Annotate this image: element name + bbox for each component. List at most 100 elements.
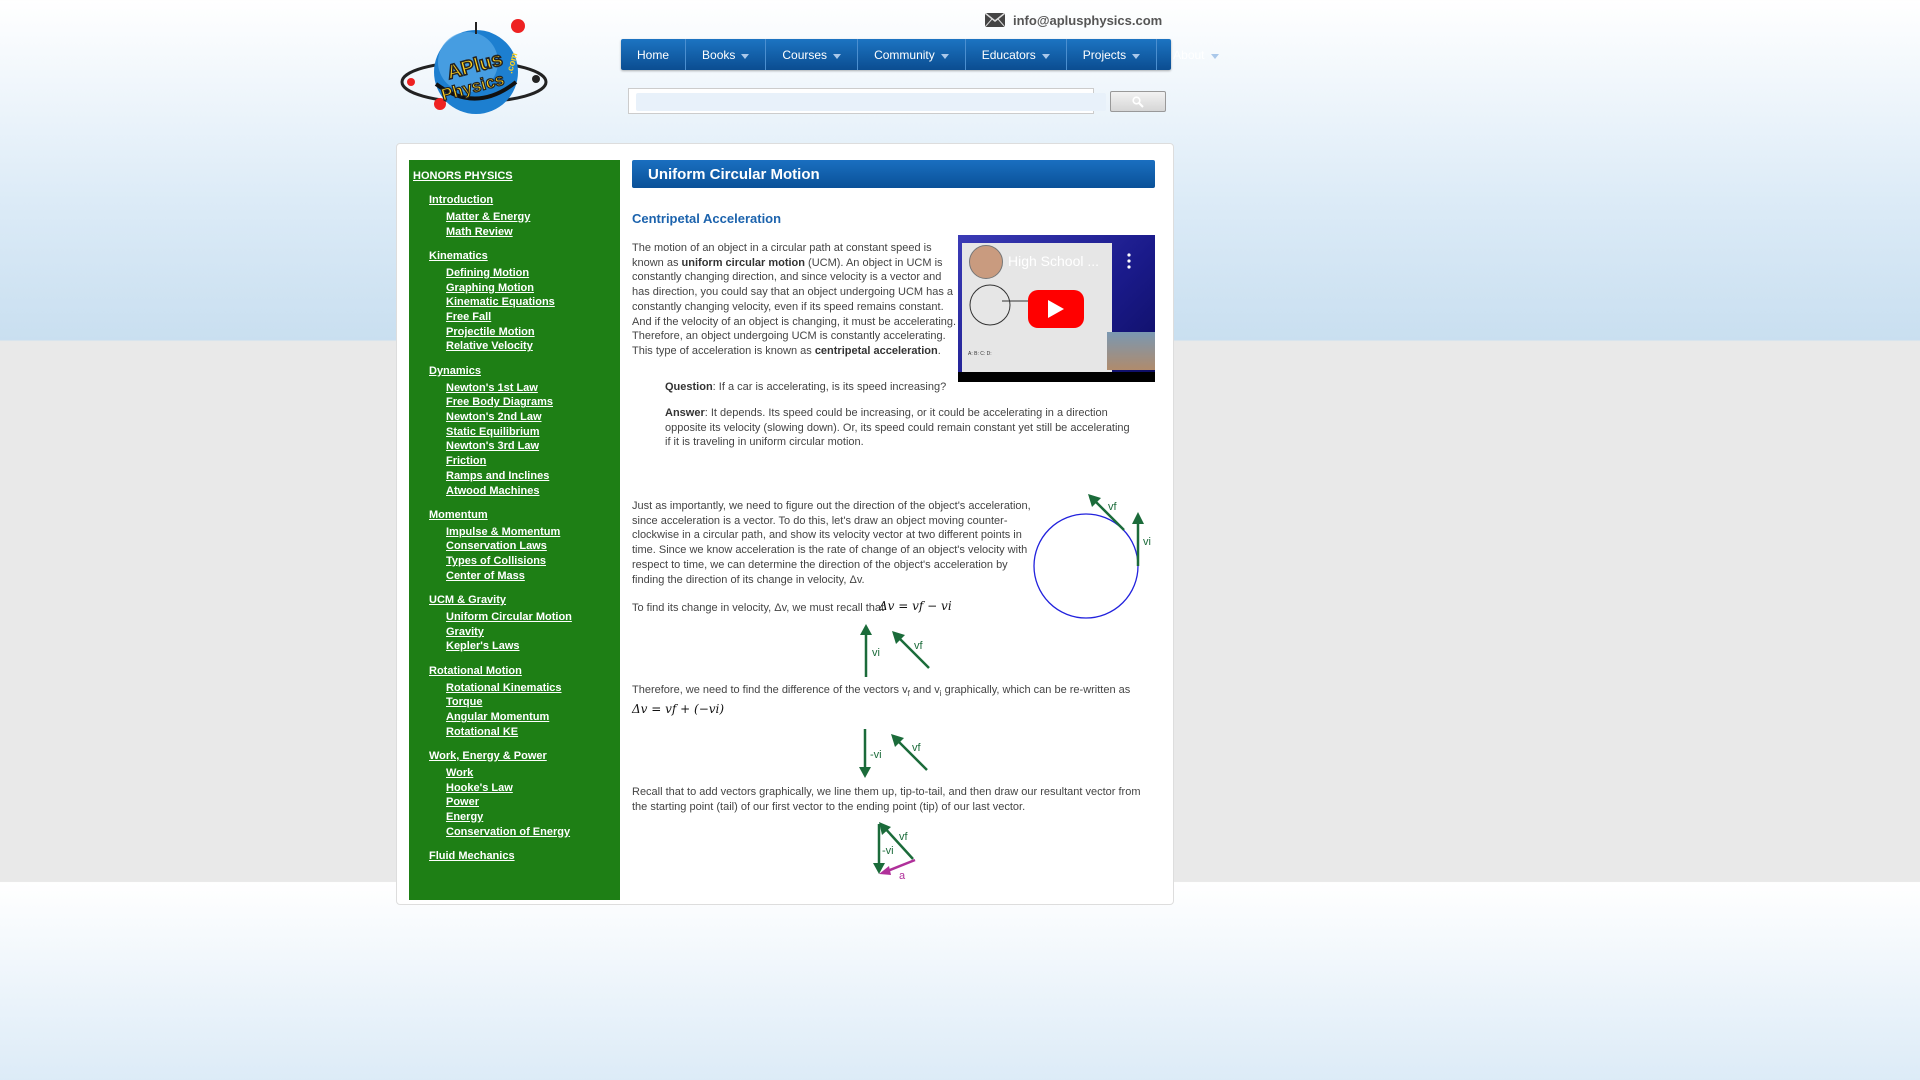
- sidebar-link[interactable]: Static Equilibrium: [446, 426, 540, 438]
- svg-text:vi: vi: [872, 647, 880, 659]
- answer: Answer: It depends. Its speed could be i…: [665, 407, 1130, 449]
- vector-triangle-diagram: vf -vi a: [873, 822, 916, 882]
- nav-label: Community: [874, 47, 935, 62]
- sidebar-link[interactable]: Angular Momentum: [446, 711, 549, 723]
- email-text[interactable]: info@aplusphysics.com: [1013, 13, 1162, 28]
- sidebar-link[interactable]: Rotational KE: [446, 726, 518, 738]
- sidebar-link[interactable]: Types of Collisions: [446, 555, 546, 567]
- contact-email[interactable]: info@aplusphysics.com: [985, 12, 1162, 28]
- sidebar-link[interactable]: Ramps and Inclines: [446, 470, 549, 482]
- sidebar-link[interactable]: Conservation of Energy: [446, 826, 570, 838]
- vectors-vi-vf: vi vf: [860, 624, 930, 677]
- play-icon: [1048, 300, 1064, 318]
- svg-text:vf: vf: [899, 831, 909, 843]
- sidebar-link[interactable]: Relative Velocity: [446, 340, 533, 352]
- sidebar-link[interactable]: Matter & Energy: [446, 211, 530, 223]
- main-nav: Home Books Courses Community Educators Projec…: [621, 39, 1219, 70]
- sidebar-section[interactable]: Dynamics: [429, 365, 481, 377]
- sidebar-link[interactable]: Hooke's Law: [446, 782, 513, 794]
- sidebar-link[interactable]: Power: [446, 796, 479, 808]
- sidebar-link[interactable]: Work: [446, 767, 473, 779]
- chevron-down-icon: [1210, 53, 1219, 59]
- channel-avatar[interactable]: [969, 245, 1003, 279]
- chevron-down-icon: [940, 53, 949, 59]
- search-button[interactable]: [1110, 91, 1166, 112]
- svg-text:-vi: -vi: [882, 845, 894, 857]
- sidebar-link[interactable]: Atwood Machines: [446, 485, 540, 497]
- add-vectors-paragraph: Recall that to add vectors graphically, …: [632, 786, 1141, 813]
- sidebar-section[interactable]: Introduction: [429, 194, 493, 206]
- nav-label: Books: [702, 47, 736, 62]
- nav-label: Courses: [782, 47, 828, 62]
- sidebar-section[interactable]: Fluid Mechanics: [429, 850, 515, 862]
- sidebar-link[interactable]: Newton's 2nd Law: [446, 411, 542, 423]
- site-logo[interactable]: APlus Physics .com: [398, 14, 550, 126]
- sidebar-link[interactable]: Energy: [446, 811, 483, 823]
- svg-text:vf: vf: [912, 742, 922, 754]
- search-icon: [1132, 95, 1144, 108]
- equation-2: Δv = vf + (−vi): [632, 702, 725, 716]
- sidebar-link[interactable]: Defining Motion: [446, 267, 529, 279]
- sidebar-section[interactable]: Rotational Motion: [429, 665, 522, 677]
- section-title: Centripetal Acceleration: [632, 211, 782, 226]
- chevron-down-icon: [833, 53, 842, 59]
- svg-text:-vi: -vi: [870, 749, 882, 761]
- nav-books[interactable]: Books: [686, 39, 767, 70]
- nav-educators[interactable]: Educators: [966, 39, 1067, 70]
- sidebar-link[interactable]: Math Review: [446, 226, 513, 238]
- video-embed[interactable]: A: B: C: D: High School ...: [958, 235, 1155, 382]
- sidebar-link[interactable]: Gravity: [446, 626, 484, 638]
- sidebar-link[interactable]: Free Fall: [446, 311, 491, 323]
- sidebar-link[interactable]: Kepler's Laws: [446, 640, 520, 652]
- svg-text:vf: vf: [914, 640, 924, 652]
- sidebar-link[interactable]: Free Body Diagrams: [446, 396, 553, 408]
- svg-text:vi: vi: [1143, 536, 1151, 548]
- vectors-neg-vi-vf: -vi vf: [859, 729, 928, 778]
- page-title: Uniform Circular Motion: [632, 160, 1155, 188]
- nav-about[interactable]: About: [1157, 39, 1234, 70]
- video-title[interactable]: High School ...: [1008, 253, 1099, 269]
- sidebar-link[interactable]: Newton's 1st Law: [446, 382, 538, 394]
- envelope-icon: [985, 13, 1005, 27]
- sidebar-link[interactable]: Graphing Motion: [446, 282, 534, 294]
- play-button[interactable]: [1028, 290, 1084, 328]
- sidebar-section[interactable]: UCM & Gravity: [429, 594, 506, 606]
- nav-label: Educators: [981, 47, 1036, 62]
- intro-paragraph: The motion of an object in a circular pa…: [632, 242, 957, 357]
- sidebar-link[interactable]: Kinematic Equations: [446, 296, 555, 308]
- chevron-down-icon: [741, 53, 750, 59]
- nav-community[interactable]: Community: [858, 39, 966, 70]
- chevron-down-icon: [1132, 53, 1141, 59]
- sidebar-link[interactable]: Rotational Kinematics: [446, 682, 562, 694]
- search-input[interactable]: [636, 93, 1106, 111]
- sidebar-link[interactable]: Torque: [446, 696, 482, 708]
- svg-text:A: B: C: D:: A: B: C: D:: [968, 351, 992, 357]
- circle-velocity-diagram: vi vf: [1033, 494, 1151, 619]
- sidebar-link[interactable]: Projectile Motion: [446, 326, 535, 338]
- svg-text:vf: vf: [1108, 501, 1118, 513]
- more-options-icon[interactable]: [1127, 253, 1131, 269]
- nav-label: Home: [637, 47, 670, 62]
- direction-paragraph: Just as importantly, we need to figure o…: [632, 500, 1031, 586]
- sidebar-section[interactable]: Kinematics: [429, 250, 488, 262]
- sidebar-section[interactable]: Work, Energy & Power: [429, 750, 547, 762]
- nav-home[interactable]: Home: [621, 39, 687, 70]
- search-box: [628, 88, 1106, 114]
- sidebar: HONORS PHYSICS Introduction Matter & Ener…: [409, 160, 620, 900]
- sidebar-link[interactable]: Center of Mass: [446, 570, 525, 582]
- change-paragraph: To find its change in velocity, Δv, we m…: [632, 602, 885, 614]
- chevron-down-icon: [1041, 53, 1050, 59]
- equation-1: Δv = vf − vi: [879, 599, 952, 613]
- sidebar-link[interactable]: Newton's 3rd Law: [446, 440, 539, 452]
- sidebar-link[interactable]: Conservation Laws: [446, 540, 547, 552]
- sidebar-link[interactable]: Friction: [446, 455, 486, 467]
- nav-label: Projects: [1082, 47, 1127, 62]
- nav-projects[interactable]: Projects: [1067, 39, 1158, 70]
- sidebar-link[interactable]: Uniform Circular Motion: [446, 611, 572, 623]
- sidebar-section[interactable]: Momentum: [429, 509, 488, 521]
- question: Question: If a car is accelerating, is i…: [665, 381, 947, 393]
- sidebar-link[interactable]: Impulse & Momentum: [446, 526, 560, 538]
- svg-text:a: a: [899, 870, 906, 882]
- nav-courses[interactable]: Courses: [766, 39, 859, 70]
- sidebar-heading[interactable]: HONORS PHYSICS: [413, 170, 513, 182]
